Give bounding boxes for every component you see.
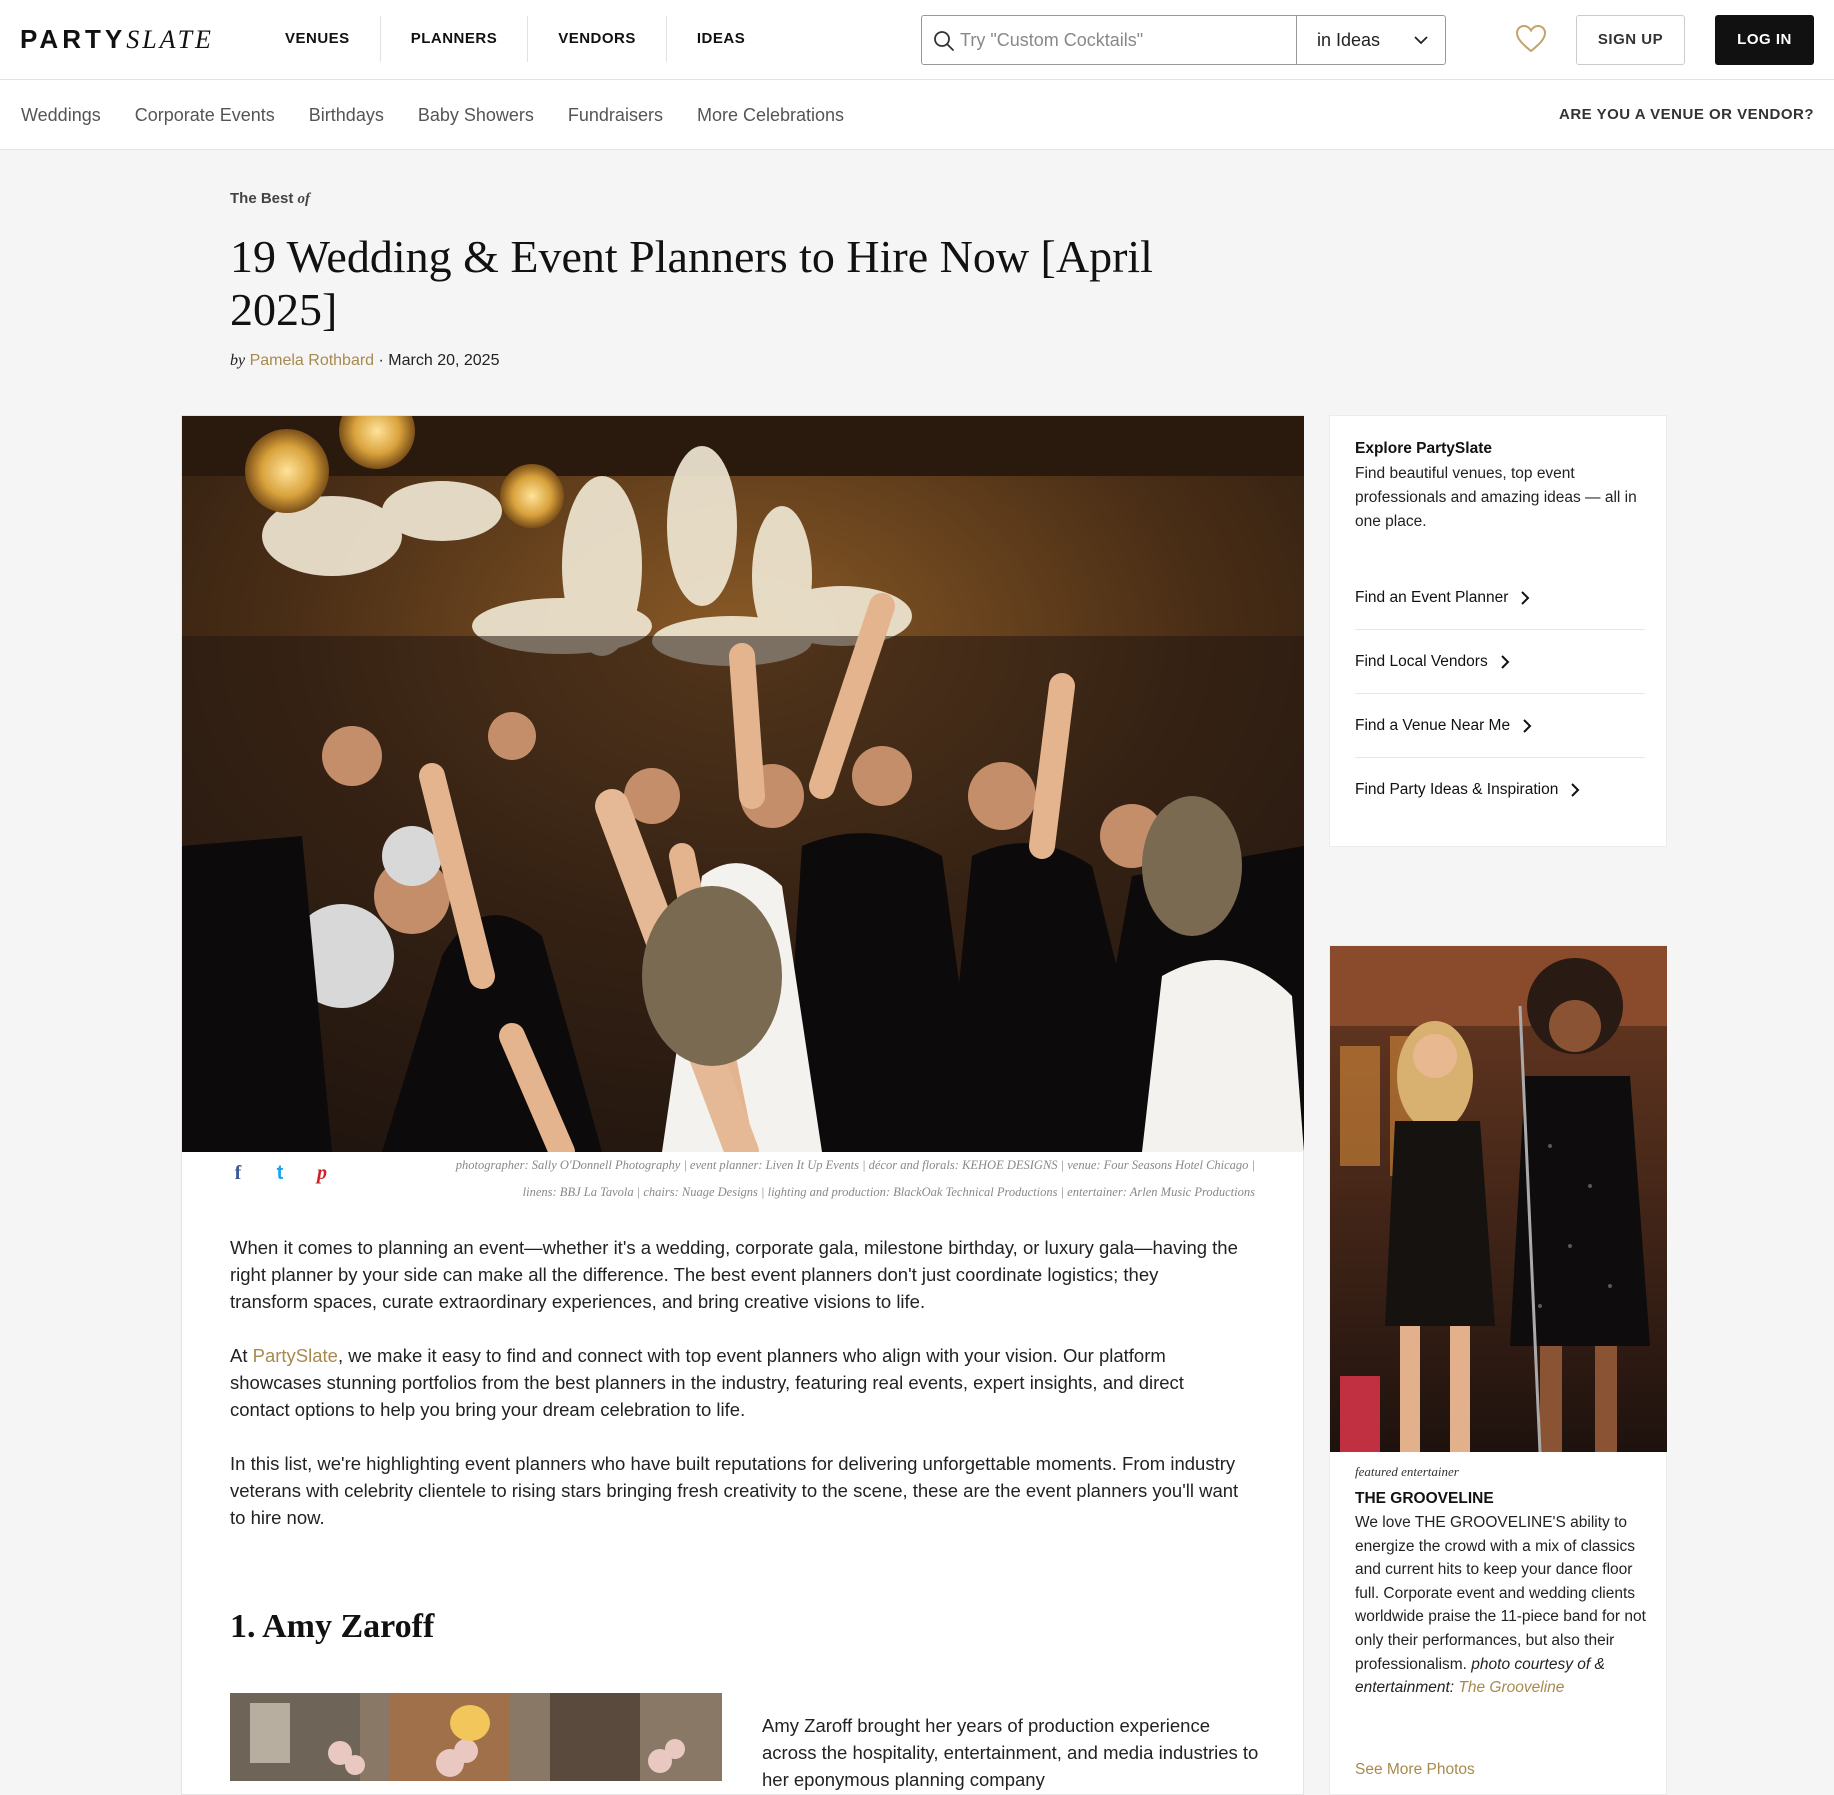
featured-kicker: featured entertainer <box>1355 1464 1459 1479</box>
log-in-button[interactable]: LOG IN <box>1715 15 1814 65</box>
search-scope-select[interactable]: in Ideas <box>1297 16 1445 64</box>
twitter-share-icon[interactable]: t <box>259 1162 301 1185</box>
explore-links: Find an Event Planner Find Local Vendors… <box>1355 566 1645 822</box>
venue-vendor-link[interactable]: ARE YOU A VENUE OR VENDOR? <box>1559 80 1814 150</box>
hero-photo-art <box>182 416 1304 1152</box>
heart-icon[interactable] <box>1515 24 1547 54</box>
explore-link-label: Find Local Vendors <box>1355 652 1488 670</box>
see-more-photos-link[interactable]: See More Photos <box>1355 1761 1475 1779</box>
featured-description-text: We love THE GROOVELINE'S ability to ener… <box>1355 1514 1646 1673</box>
logo-part-italic: SLATE <box>126 25 214 54</box>
category-bar: Weddings Corporate Events Birthdays Baby… <box>0 80 1834 150</box>
explore-link-vendors[interactable]: Find Local Vendors <box>1355 630 1645 694</box>
planner-photo[interactable] <box>230 1693 722 1781</box>
featured-description: We love THE GROOVELINE'S ability to ener… <box>1355 1511 1650 1700</box>
category-baby-showers[interactable]: Baby Showers <box>418 105 534 126</box>
logo-part-bold: PARTY <box>20 24 127 54</box>
top-header: PARTYSLATE VENUES PLANNERS VENDORS IDEAS… <box>0 0 1834 80</box>
search-input[interactable] <box>960 16 1290 64</box>
publish-date: March 20, 2025 <box>388 352 500 369</box>
explore-link-venue[interactable]: Find a Venue Near Me <box>1355 694 1645 758</box>
page-title: 19 Wedding & Event Planners to Hire Now … <box>230 231 1153 335</box>
byline: by Pamela Rothbard · March 20, 2025 <box>230 352 499 370</box>
category-corporate-events[interactable]: Corporate Events <box>135 105 275 126</box>
author-link[interactable]: Pamela Rothbard <box>250 352 375 369</box>
p2-text-post: , we make it easy to find and connect wi… <box>230 1345 1184 1420</box>
main-nav: VENUES PLANNERS VENDORS IDEAS <box>255 16 775 62</box>
featured-photo[interactable] <box>1330 946 1667 1452</box>
sign-up-button[interactable]: SIGN UP <box>1576 15 1685 65</box>
byline-separator: · <box>374 352 389 369</box>
explore-link-label: Find a Venue Near Me <box>1355 716 1511 734</box>
category-fundraisers[interactable]: Fundraisers <box>568 105 663 126</box>
category-birthdays[interactable]: Birthdays <box>309 105 384 126</box>
featured-photo-art <box>1330 946 1667 1452</box>
explore-title: Explore PartySlate <box>1355 440 1492 457</box>
paragraph-list-intro: In this list, we're highlighting event p… <box>230 1453 1239 1528</box>
eyebrow-text: The Best <box>230 190 298 207</box>
photo-credit-line-1: photographer: Sally O'Donnell Photograph… <box>455 1158 1255 1172</box>
search-scope-value: in Ideas <box>1317 30 1381 50</box>
explore-link-planner[interactable]: Find an Event Planner <box>1355 566 1645 630</box>
section-heading: 1. Amy Zaroff <box>230 1608 435 1645</box>
search-query-box <box>922 16 1297 64</box>
p2-text-pre: At <box>230 1345 253 1366</box>
featured-entertainer-card: featured entertainer THE GROOVELINE We l… <box>1329 945 1667 1795</box>
share-buttons: f t p <box>217 1162 343 1185</box>
chevron-right-icon <box>1523 718 1532 733</box>
grooveline-link[interactable]: The Grooveline <box>1458 1679 1564 1696</box>
explore-description: Find beautiful venues, top event profess… <box>1355 465 1637 530</box>
chevron-right-icon <box>1500 654 1510 669</box>
search-bar: in Ideas <box>921 15 1446 65</box>
category-more-celebrations[interactable]: More Celebrations <box>697 105 844 126</box>
chevron-down-icon <box>1414 36 1428 45</box>
paragraph-partyslate: At PartySlate, we make it easy to find a… <box>230 1342 1240 1423</box>
pinterest-share-icon[interactable]: p <box>301 1162 343 1185</box>
search-icon <box>934 31 954 51</box>
nav-vendors[interactable]: VENDORS <box>528 16 667 62</box>
planner-photo-art <box>230 1693 722 1781</box>
chevron-right-icon <box>1521 590 1530 605</box>
partyslate-logo[interactable]: PARTYSLATE <box>20 24 214 55</box>
explore-card: Explore PartySlate Find beautiful venues… <box>1329 415 1667 847</box>
explore-link-label: Find an Event Planner <box>1355 588 1509 606</box>
explore-link-label: Find Party Ideas & Inspiration <box>1355 781 1559 798</box>
nav-venues[interactable]: VENUES <box>255 16 381 62</box>
nav-ideas[interactable]: IDEAS <box>667 16 775 62</box>
explore-link-ideas[interactable]: Find Party Ideas & Inspiration <box>1355 758 1645 822</box>
article-card <box>181 415 1304 1795</box>
byline-by: by <box>230 352 246 369</box>
photo-credit: photographer: Sally O'Donnell Photograph… <box>360 1152 1255 1206</box>
chevron-right-icon <box>1571 783 1580 797</box>
partyslate-link[interactable]: PartySlate <box>253 1345 338 1366</box>
photo-credit-line-2: linens: BBJ La Tavola | chairs: Nuage De… <box>522 1185 1255 1199</box>
paragraph-intro: When it comes to planning an event—wheth… <box>230 1237 1238 1312</box>
hero-photo[interactable] <box>182 416 1304 1152</box>
category-nav: Weddings Corporate Events Birthdays Baby… <box>21 80 878 150</box>
nav-planners[interactable]: PLANNERS <box>381 16 529 62</box>
article-eyebrow: The Best of <box>230 190 310 208</box>
facebook-share-icon[interactable]: f <box>217 1162 259 1185</box>
eyebrow-of: of <box>297 191 311 207</box>
featured-name: THE GROOVELINE <box>1355 1490 1494 1507</box>
category-weddings[interactable]: Weddings <box>21 105 101 126</box>
